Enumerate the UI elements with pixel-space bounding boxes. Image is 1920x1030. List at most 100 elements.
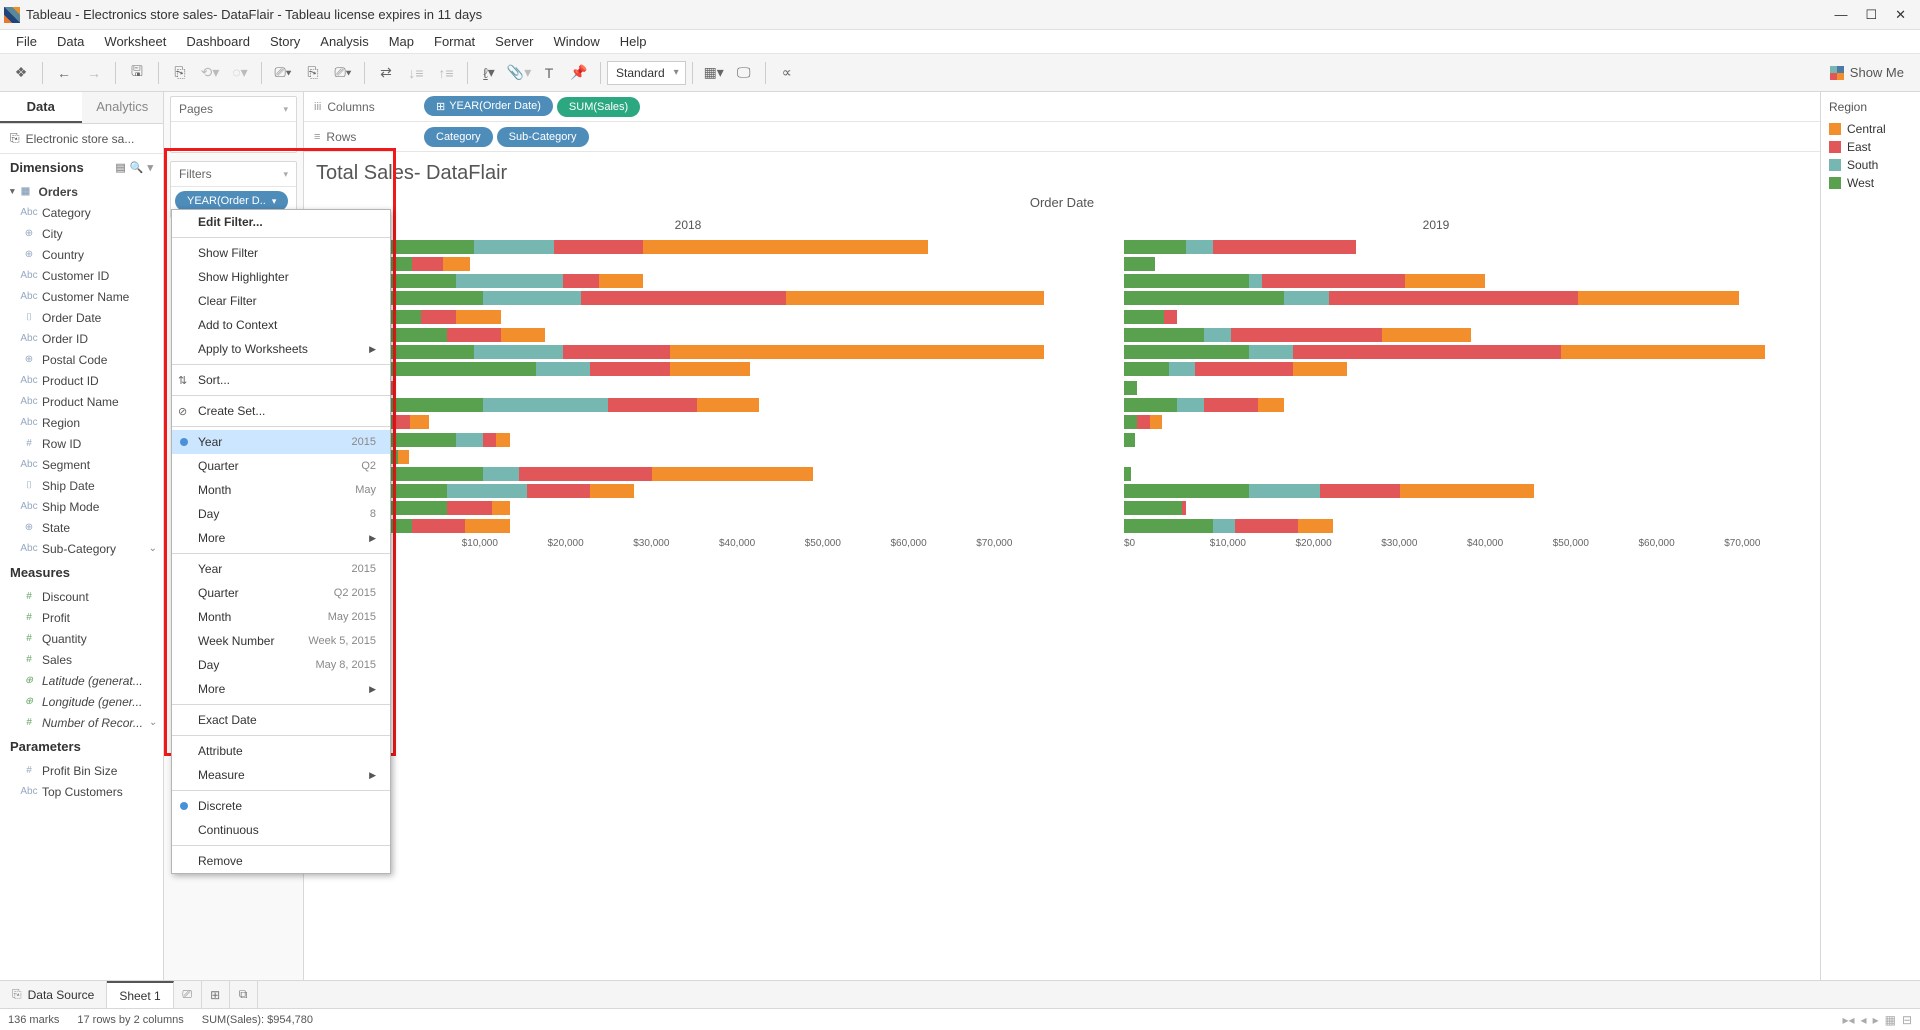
tableau-icon[interactable]: ❖ — [8, 60, 34, 86]
menu-map[interactable]: Map — [379, 34, 424, 49]
menu-caret-icon[interactable]: ▾ — [147, 161, 153, 174]
search-icon[interactable]: 🔍 — [130, 161, 144, 174]
field-category[interactable]: AbcCategory — [0, 202, 163, 223]
back-button[interactable]: ← — [51, 60, 77, 86]
menu-server[interactable]: Server — [485, 34, 543, 49]
highlight-button[interactable]: ℓ▾ — [476, 60, 502, 86]
menuitem-month[interactable]: MonthMay — [172, 478, 390, 502]
menuitem-more[interactable]: More▶ — [172, 677, 390, 701]
menu-worksheet[interactable]: Worksheet — [94, 34, 176, 49]
pause-button[interactable]: ◌▾ — [227, 60, 253, 86]
legend-item-west[interactable]: West — [1829, 174, 1912, 192]
sort-desc-button[interactable]: ↑≡ — [433, 60, 459, 86]
menuitem-measure[interactable]: Measure▶ — [172, 763, 390, 787]
menuitem-edit-filter-[interactable]: Edit Filter... — [172, 210, 390, 234]
menuitem-show-highlighter[interactable]: Show Highlighter — [172, 265, 390, 289]
field-sales[interactable]: #Sales — [0, 649, 163, 670]
nav-film-icon[interactable]: ⊟ — [1902, 1013, 1912, 1027]
pill-year-order-date-[interactable]: ⊞YEAR(Order Date) — [424, 96, 553, 116]
menuitem-year[interactable]: Year2015 — [172, 557, 390, 581]
filter-pill-year-orderdate[interactable]: YEAR(Order D..▾ — [175, 191, 288, 211]
field-profit[interactable]: #Profit — [0, 607, 163, 628]
menuitem-more[interactable]: More▶ — [172, 526, 390, 550]
menu-help[interactable]: Help — [610, 34, 657, 49]
presentation-button[interactable]: 🖵 — [731, 60, 757, 86]
menuitem-quarter[interactable]: QuarterQ2 2015 — [172, 581, 390, 605]
menuitem-clear-filter[interactable]: Clear Filter — [172, 289, 390, 313]
datasource-item[interactable]: ⎘ Electronic store sa... — [0, 124, 163, 154]
field-row-id[interactable]: #Row ID — [0, 433, 163, 454]
tab-sheet1[interactable]: Sheet 1 — [107, 981, 173, 1008]
field-customer-id[interactable]: AbcCustomer ID — [0, 265, 163, 286]
menu-file[interactable]: File — [6, 34, 47, 49]
menu-dashboard[interactable]: Dashboard — [176, 34, 260, 49]
pill-sub-category[interactable]: Sub-Category — [497, 127, 589, 147]
tab-datasource[interactable]: ⎘Data Source — [0, 981, 107, 1008]
menuitem-day[interactable]: DayMay 8, 2015 — [172, 653, 390, 677]
menuitem-month[interactable]: MonthMay 2015 — [172, 605, 390, 629]
field-ship-date[interactable]: ⌷Ship Date — [0, 475, 163, 496]
refresh-button[interactable]: ⟲▾ — [197, 60, 223, 86]
pill-category[interactable]: Category — [424, 127, 493, 147]
field-postal-code[interactable]: ⊕Postal Code — [0, 349, 163, 370]
table-orders[interactable]: ▦Orders — [0, 181, 163, 202]
legend-item-east[interactable]: East — [1829, 138, 1912, 156]
menuitem-quarter[interactable]: QuarterQ2 — [172, 454, 390, 478]
nav-prev-icon[interactable]: ◂ — [1861, 1013, 1867, 1027]
field-city[interactable]: ⊕City — [0, 223, 163, 244]
pill-sum-sales-[interactable]: SUM(Sales) — [557, 97, 640, 117]
pin-button[interactable]: 📌 — [566, 60, 592, 86]
field-order-date[interactable]: ⌷Order Date — [0, 307, 163, 328]
showme-button[interactable]: Show Me — [1820, 65, 1914, 80]
menuitem-sort-[interactable]: ⇅Sort... — [172, 368, 390, 392]
field-discount[interactable]: #Discount — [0, 586, 163, 607]
menuitem-remove[interactable]: Remove — [172, 849, 390, 873]
menuitem-show-filter[interactable]: Show Filter — [172, 241, 390, 265]
menuitem-apply-to-worksheets[interactable]: Apply to Worksheets▶ — [172, 337, 390, 361]
field-number-of-recor-[interactable]: #Number of Recor...⌄ — [0, 712, 163, 733]
save-button[interactable]: 🖫 — [124, 60, 150, 86]
field-product-name[interactable]: AbcProduct Name — [0, 391, 163, 412]
field-profit-bin-size[interactable]: #Profit Bin Size — [0, 760, 163, 781]
new-dashboard-tab[interactable]: ⊞ — [202, 981, 230, 1008]
field-product-id[interactable]: AbcProduct ID — [0, 370, 163, 391]
chart[interactable]: Sub-CategoryOrder Date2018CanonGoProNiko… — [314, 195, 1810, 549]
menuitem-add-to-context[interactable]: Add to Context — [172, 313, 390, 337]
nav-next-icon[interactable]: ▸ — [1873, 1013, 1879, 1027]
forward-button[interactable]: → — [81, 60, 107, 86]
tab-analytics[interactable]: Analytics — [82, 92, 164, 123]
swap-button[interactable]: ⇄ — [373, 60, 399, 86]
labels-button[interactable]: T — [536, 60, 562, 86]
new-worksheet-tab[interactable]: ⎚ — [174, 981, 202, 1008]
menuitem-create-set-[interactable]: ⊘Create Set... — [172, 399, 390, 423]
field-quantity[interactable]: #Quantity — [0, 628, 163, 649]
share-button[interactable]: ∝ — [774, 60, 800, 86]
clear-button[interactable]: ⎚▾ — [330, 60, 356, 86]
nav-first-icon[interactable]: ▸◂ — [1842, 1013, 1854, 1027]
new-story-tab[interactable]: ⧉ — [230, 981, 258, 1008]
fit-select[interactable]: Standard — [607, 61, 686, 85]
menuitem-attribute[interactable]: Attribute — [172, 739, 390, 763]
field-state[interactable]: ⊕State — [0, 517, 163, 538]
menuitem-week-number[interactable]: Week NumberWeek 5, 2015 — [172, 629, 390, 653]
menu-format[interactable]: Format — [424, 34, 485, 49]
field-ship-mode[interactable]: AbcShip Mode — [0, 496, 163, 517]
menu-story[interactable]: Story — [260, 34, 310, 49]
field-segment[interactable]: AbcSegment — [0, 454, 163, 475]
menu-data[interactable]: Data — [47, 34, 94, 49]
field-region[interactable]: AbcRegion — [0, 412, 163, 433]
menuitem-exact-date[interactable]: Exact Date — [172, 708, 390, 732]
minimize-button[interactable]: — — [1834, 7, 1847, 23]
field-country[interactable]: ⊕Country — [0, 244, 163, 265]
viz-title[interactable]: Total Sales- DataFlair — [304, 152, 1820, 195]
menuitem-day[interactable]: Day8 — [172, 502, 390, 526]
field-latitude-generat-[interactable]: ⊕Latitude (generat... — [0, 670, 163, 691]
filters-shelf[interactable]: Filters▾ YEAR(Order D..▾ Edit Filter...S… — [170, 161, 297, 218]
field-top-customers[interactable]: AbcTop Customers — [0, 781, 163, 802]
tab-data[interactable]: Data — [0, 92, 82, 123]
nav-grid-icon[interactable]: ▦ — [1885, 1013, 1896, 1027]
field-order-id[interactable]: AbcOrder ID — [0, 328, 163, 349]
legend-item-central[interactable]: Central — [1829, 120, 1912, 138]
legend-item-south[interactable]: South — [1829, 156, 1912, 174]
sort-asc-button[interactable]: ↓≡ — [403, 60, 429, 86]
